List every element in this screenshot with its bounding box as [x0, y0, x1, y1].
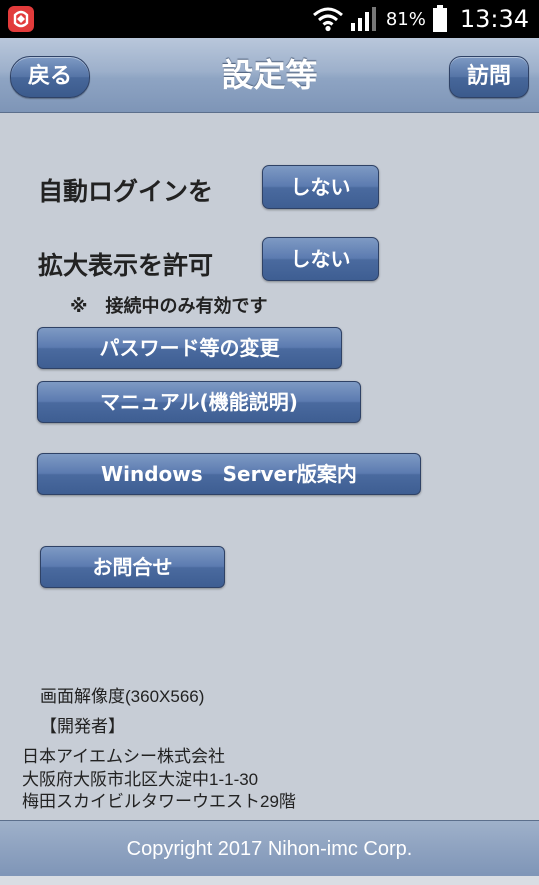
manual-button[interactable]: マニュアル(機能説明) [37, 381, 361, 423]
app-header: 設定等 戻る 訪問 [0, 38, 539, 113]
signal-icon [350, 6, 378, 32]
connection-note: ※ 接続中のみ有効です [70, 296, 268, 317]
auto-login-label: 自動ログインを [38, 177, 214, 206]
wifi-icon [312, 6, 344, 32]
status-indicators: 81% 13:34 [312, 0, 529, 38]
status-clock: 13:34 [459, 5, 529, 33]
zoom-permission-toggle-button[interactable]: しない [262, 237, 379, 281]
contact-button[interactable]: お問合せ [40, 546, 225, 588]
zoom-permission-label: 拡大表示を許可 [38, 251, 214, 280]
back-button[interactable]: 戻る [10, 56, 90, 98]
app-notification-icon [8, 6, 34, 32]
screen-resolution-text: 画面解像度(360X566) [40, 687, 205, 706]
auto-login-toggle-button[interactable]: しない [262, 165, 379, 209]
company-address-line2: 梅田スカイビルタワーウエスト29階 [22, 792, 296, 811]
bottom-strip [0, 876, 539, 885]
visit-button[interactable]: 訪問 [449, 56, 529, 98]
battery-icon [432, 5, 448, 33]
windows-server-button[interactable]: Windows Server版案内 [37, 453, 421, 495]
company-name: 日本アイエムシー株式会社 [22, 747, 225, 766]
battery-percent: 81% [385, 8, 426, 30]
password-change-button[interactable]: パスワード等の変更 [37, 327, 342, 369]
developer-heading: 【開発者】 [40, 717, 125, 736]
copyright-footer: Copyright 2017 Nihon-imc Corp. [0, 820, 539, 877]
status-bar: 81% 13:34 [0, 0, 539, 38]
